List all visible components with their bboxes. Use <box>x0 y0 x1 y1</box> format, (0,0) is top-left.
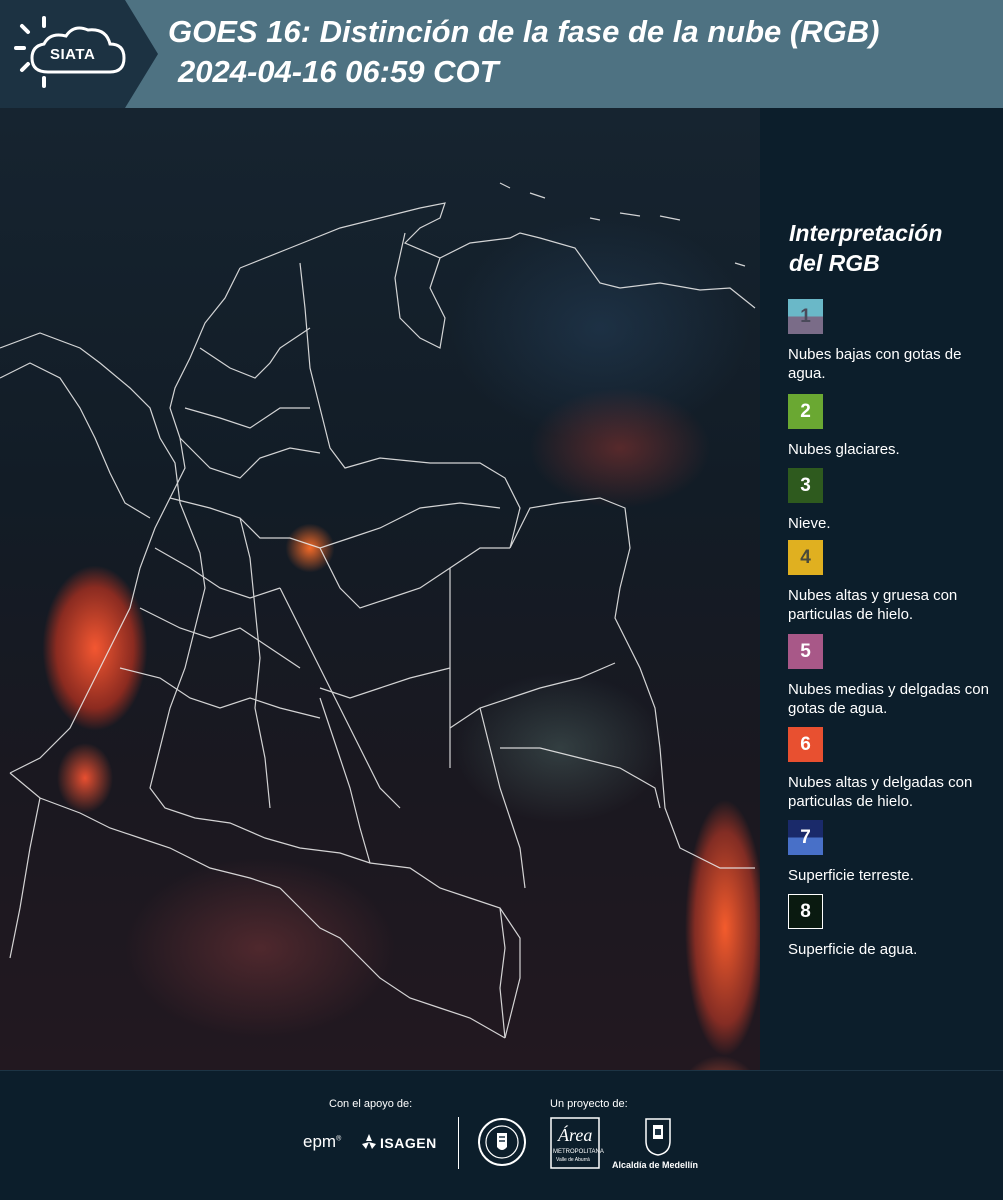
legend-number: 7 <box>800 826 811 848</box>
legend-label: Superficie de agua. <box>788 941 918 958</box>
legend-number: 2 <box>800 400 811 422</box>
legend-item-7: 7 Superficie terreste. <box>788 820 998 885</box>
legend-label: Nubes altas y gruesa con particulas de h… <box>788 587 958 623</box>
area-valle-text: Valle de Aburrá <box>556 1157 590 1163</box>
legend-swatch: 5 <box>788 634 823 669</box>
footer-divider-line <box>0 1070 1003 1071</box>
legend-number: 5 <box>800 640 811 662</box>
alcaldia-logo[interactable] <box>640 1117 676 1157</box>
legend-item-1: 1 Nubes bajas con gotas de agua. <box>788 299 998 383</box>
seal-icon <box>478 1118 526 1166</box>
legend-swatch: 3 <box>788 468 823 503</box>
legend-number: 3 <box>800 474 811 496</box>
area-script-text: Área <box>558 1125 593 1145</box>
coat-of-arms-icon <box>645 1118 671 1156</box>
legend-label: Superficie terreste. <box>788 867 914 884</box>
area-metro-text: METROPOLITANA <box>553 1149 604 1155</box>
legend-swatch: 8 <box>788 894 823 929</box>
country-borders <box>0 182 756 1039</box>
legend-item-8: 8 Superficie de agua. <box>788 894 998 959</box>
legend-swatch: 7 <box>788 820 823 855</box>
page-title: GOES 16: Distinción de la fase de la nub… <box>168 14 880 49</box>
legend-title-line1: Interpretación <box>789 220 943 246</box>
alcaldia-text: Alcaldía de Medellín <box>612 1160 699 1170</box>
legend-swatch: 4 <box>788 540 823 575</box>
header-bar: SIATA GOES 16: Distinción de la fase de … <box>0 0 1003 108</box>
legend-swatch: 1 <box>788 299 823 334</box>
logo-text: SIATA <box>50 46 96 63</box>
legend-title-line2: del RGB <box>789 250 880 276</box>
legend-item-4: 4 Nubes altas y gruesa con particulas de… <box>788 540 998 624</box>
university-seal-logo[interactable] <box>477 1117 527 1167</box>
isagen-icon <box>362 1134 376 1149</box>
legend-number: 4 <box>800 546 811 568</box>
legend-label: Nieve. <box>788 515 831 532</box>
epm-text: epm <box>303 1132 337 1151</box>
timestamp: 2024-04-16 06:59 COT <box>178 54 499 89</box>
legend-swatch: 6 <box>788 727 823 762</box>
area-metropolitana-logo[interactable]: Área METROPOLITANA Valle de Aburrá <box>550 1117 604 1169</box>
legend-item-2: 2 Nubes glaciares. <box>788 394 998 459</box>
project-label: Un proyecto de: <box>550 1098 628 1110</box>
legend-item-3: 3 Nieve. <box>788 468 998 533</box>
registered-mark: ® <box>336 1135 342 1143</box>
legend-item-6: 6 Nubes altas y delgadas con particulas … <box>788 727 998 811</box>
legend-number: 1 <box>800 305 811 327</box>
legend-swatch: 2 <box>788 394 823 429</box>
support-label: Con el apoyo de: <box>329 1098 413 1110</box>
legend-label: Nubes altas y delgadas con particulas de… <box>788 774 973 810</box>
legend-label: Nubes bajas con gotas de agua. <box>788 346 962 382</box>
isagen-text: ISAGEN <box>380 1135 437 1151</box>
legend-number: 8 <box>800 900 811 922</box>
footer-separator <box>458 1117 459 1169</box>
legend-label: Nubes medias y delgadas con gotas de agu… <box>788 681 989 717</box>
legend-title: Interpretación del RGB <box>789 218 942 278</box>
legend-label: Nubes glaciares. <box>788 441 900 458</box>
satellite-map[interactable] <box>0 108 760 1070</box>
siata-logo[interactable]: SIATA <box>14 14 126 94</box>
legend-item-5: 5 Nubes medias y delgadas con gotas de a… <box>788 634 998 718</box>
epm-logo[interactable]: epm® <box>303 1132 341 1152</box>
legend-number: 6 <box>800 733 811 755</box>
